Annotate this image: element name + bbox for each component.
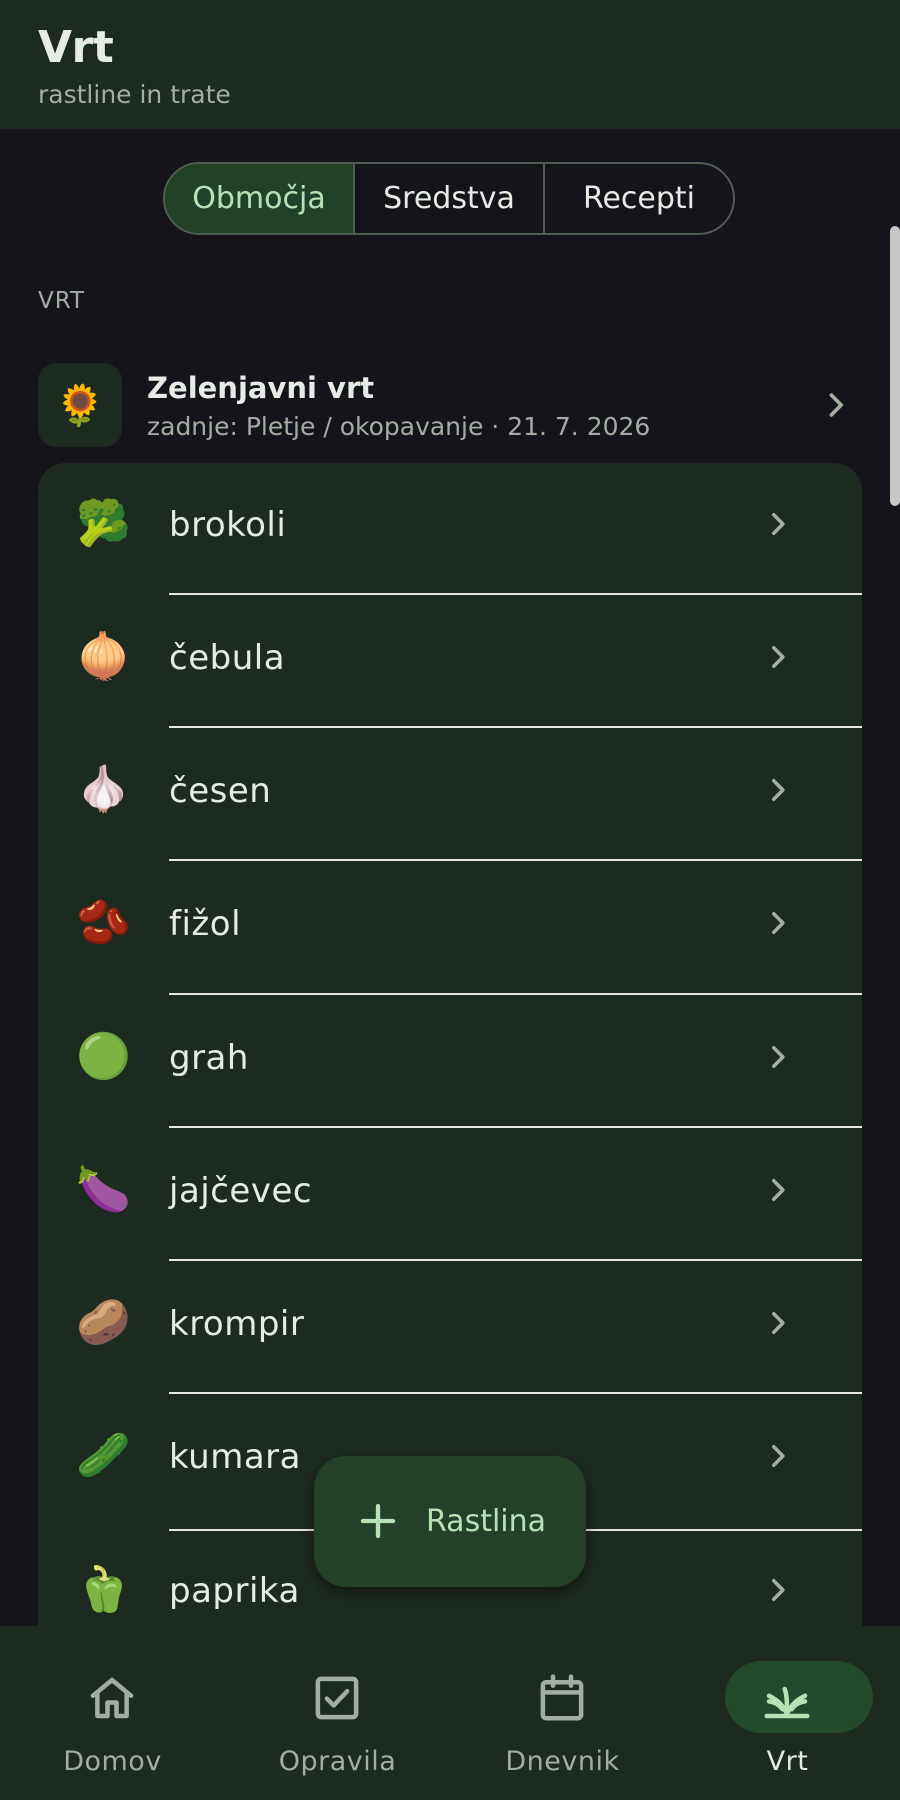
area-last-task: zadnje: Pletje / okopavanje · 21. 7. 202… bbox=[147, 412, 651, 441]
scrollbar-thumb[interactable] bbox=[890, 226, 900, 506]
divider bbox=[169, 1392, 862, 1394]
green-circle-icon: 🟢 bbox=[76, 1031, 131, 1082]
divider bbox=[169, 859, 862, 861]
nav-item-opravila[interactable]: Opravila bbox=[225, 1626, 450, 1800]
list-item[interactable]: 🟢 grah bbox=[38, 996, 862, 1129]
chevron-right-icon bbox=[829, 393, 844, 417]
list-item[interactable]: 🧄 česen bbox=[38, 729, 862, 862]
chevron-right-icon bbox=[772, 912, 785, 934]
nav-label: Opravila bbox=[278, 1746, 397, 1777]
chevron-right-icon bbox=[772, 1579, 785, 1601]
sprout-icon bbox=[764, 1686, 810, 1719]
beans-icon: 🫘 bbox=[76, 897, 131, 948]
list-item[interactable]: 🥔 krompir bbox=[38, 1262, 862, 1395]
nav-item-vrt[interactable]: Vrt bbox=[675, 1626, 900, 1800]
garlic-icon: 🧄 bbox=[76, 764, 131, 815]
chevron-right-icon bbox=[772, 513, 785, 535]
bottom-navigation: Domov Opravila Dnevnik Vrt bbox=[0, 1626, 900, 1800]
divider bbox=[169, 993, 862, 995]
page-title: Vrt bbox=[38, 22, 114, 73]
eggplant-icon: 🍆 bbox=[76, 1164, 131, 1215]
divider bbox=[169, 726, 862, 728]
list-item[interactable]: 🫘 fižol bbox=[38, 862, 862, 995]
list-item[interactable]: 🥦 brokoli bbox=[38, 463, 862, 596]
area-row[interactable]: 🌻 Zelenjavni vrt zadnje: Pletje / okopav… bbox=[38, 363, 862, 449]
divider bbox=[169, 1259, 862, 1261]
chevron-right-icon bbox=[772, 1312, 785, 1334]
bell-pepper-icon: 🫑 bbox=[76, 1564, 131, 1615]
checkbox-icon bbox=[315, 1676, 359, 1720]
broccoli-icon: 🥦 bbox=[76, 498, 131, 549]
plant-name: jajčevec bbox=[169, 1171, 313, 1211]
chevron-right-icon bbox=[772, 1179, 785, 1201]
potato-icon: 🥔 bbox=[76, 1297, 131, 1348]
divider bbox=[169, 1126, 862, 1128]
nav-item-domov[interactable]: Domov bbox=[0, 1626, 225, 1800]
plant-name: kumara bbox=[169, 1437, 301, 1477]
plant-name: čebula bbox=[169, 638, 286, 678]
chevron-right-icon bbox=[772, 1445, 785, 1467]
add-plant-button[interactable]: Rastlina bbox=[314, 1456, 586, 1587]
sunflower-icon: 🌻 bbox=[38, 363, 122, 447]
chevron-right-icon bbox=[772, 646, 785, 668]
list-item[interactable]: 🧅 čebula bbox=[38, 596, 862, 729]
app-bar: Vrt rastline in trate bbox=[0, 0, 900, 129]
tab-sredstva[interactable]: Sredstva bbox=[355, 164, 545, 233]
plant-name: krompir bbox=[169, 1304, 305, 1344]
cucumber-icon: 🥒 bbox=[76, 1430, 131, 1481]
calendar-icon bbox=[540, 1674, 584, 1721]
plant-name: paprika bbox=[169, 1571, 300, 1611]
add-plant-label: Rastlina bbox=[426, 1504, 547, 1539]
plant-name: brokoli bbox=[169, 505, 287, 545]
onion-icon: 🧅 bbox=[76, 631, 131, 682]
page-subtitle: rastline in trate bbox=[38, 80, 231, 109]
divider bbox=[169, 593, 862, 595]
section-label: VRT bbox=[38, 288, 86, 314]
plus-icon bbox=[360, 1503, 396, 1539]
area-name: Zelenjavni vrt bbox=[147, 371, 375, 405]
segmented-tabs: Območja Sredstva Recepti bbox=[163, 162, 735, 235]
nav-label: Domov bbox=[63, 1746, 162, 1777]
nav-label: Dnevnik bbox=[505, 1746, 620, 1777]
plant-name: grah bbox=[169, 1038, 249, 1078]
nav-label: Vrt bbox=[766, 1746, 809, 1777]
tab-obmocja[interactable]: Območja bbox=[165, 164, 355, 233]
plant-name: fižol bbox=[169, 904, 242, 944]
chevron-right-icon bbox=[772, 1046, 785, 1068]
list-item[interactable]: 🍆 jajčevec bbox=[38, 1129, 862, 1262]
nav-item-dnevnik[interactable]: Dnevnik bbox=[450, 1626, 675, 1800]
chevron-right-icon bbox=[772, 779, 785, 801]
home-icon bbox=[90, 1677, 134, 1719]
tab-recepti[interactable]: Recepti bbox=[545, 164, 733, 233]
plant-name: česen bbox=[169, 771, 272, 811]
